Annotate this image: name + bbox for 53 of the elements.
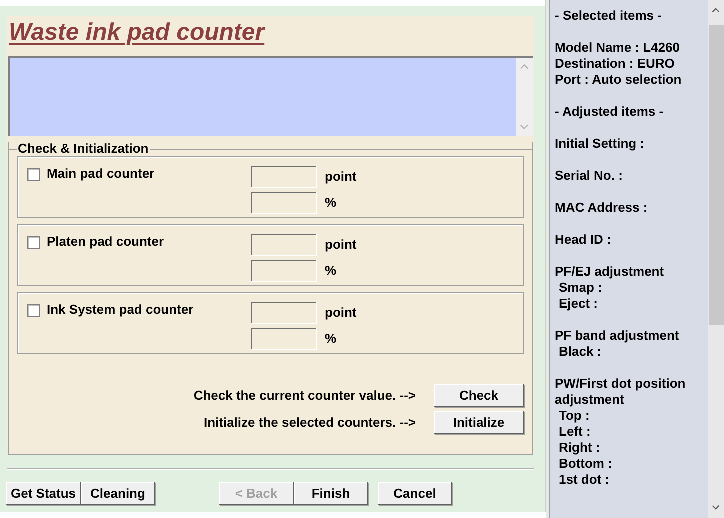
action-button[interactable]: Check: [434, 384, 524, 407]
info-line: 1st dot :: [558, 472, 611, 488]
unit-label: %: [325, 330, 337, 348]
info-line: Right :: [558, 440, 602, 456]
info-line: Top :: [558, 408, 591, 424]
checkbox[interactable]: [27, 168, 40, 181]
action-hint: Initialize the selected counters. -->: [204, 415, 416, 430]
info-line: Bottom :: [558, 456, 614, 472]
unit-label: point: [325, 168, 357, 186]
footer-button[interactable]: Get Status: [6, 482, 81, 505]
checkbox[interactable]: [27, 304, 40, 317]
unit-label: %: [325, 194, 337, 212]
scroll-up-icon[interactable]: [712, 8, 720, 13]
checkbox-label[interactable]: Platen pad counter: [47, 233, 164, 251]
input-field[interactable]: [251, 302, 317, 324]
info-line: PW/First dot position adjustment: [555, 376, 687, 408]
info-line: PF/EJ adjustment: [555, 264, 666, 280]
input-field[interactable]: [251, 328, 317, 350]
checkbox-label[interactable]: Main pad counter: [47, 165, 155, 183]
info-line: Black :: [558, 344, 603, 360]
footer-button[interactable]: Cancel: [378, 482, 452, 505]
checkbox[interactable]: [27, 236, 40, 249]
info-line: Head ID :: [555, 232, 612, 248]
unit-label: point: [325, 236, 357, 254]
input-field[interactable]: [251, 192, 317, 214]
group-label: Check & Initialization: [17, 142, 150, 156]
page-title: Waste ink pad counter: [8, 18, 265, 48]
info-line: MAC Address :: [555, 200, 649, 216]
footer-button[interactable]: Cleaning: [81, 482, 155, 505]
unit-label: point: [325, 304, 357, 322]
message-box[interactable]: [8, 56, 533, 136]
scrollbar[interactable]: [708, 0, 724, 518]
action-button[interactable]: Initialize: [434, 411, 524, 434]
info-line: Initial Setting :: [555, 136, 646, 152]
input-field[interactable]: [251, 234, 317, 256]
info-line: - Adjusted items -: [555, 104, 665, 120]
checkbox-label[interactable]: Ink System pad counter: [47, 301, 194, 319]
info-line: Model Name : L4260: [555, 40, 681, 56]
scroll-down-icon[interactable]: [712, 505, 720, 510]
action-hint: Check the current counter value. -->: [194, 388, 416, 403]
info-line: Left :: [558, 424, 592, 440]
info-line: Smap :: [558, 280, 604, 296]
info-line: PF band adjustment: [555, 328, 680, 344]
info-line: Destination : EURO: [555, 56, 676, 72]
unit-label: %: [325, 262, 337, 280]
info-line: - Selected items -: [555, 8, 663, 24]
input-field[interactable]: [251, 260, 317, 282]
input-field[interactable]: [251, 166, 317, 188]
info-line: Eject :: [558, 296, 600, 312]
info-line: Port : Auto selection: [555, 72, 683, 88]
info-line: Serial No. :: [555, 168, 624, 184]
scroll-thumb[interactable]: [708, 25, 724, 325]
footer-button[interactable]: Finish: [294, 482, 368, 505]
